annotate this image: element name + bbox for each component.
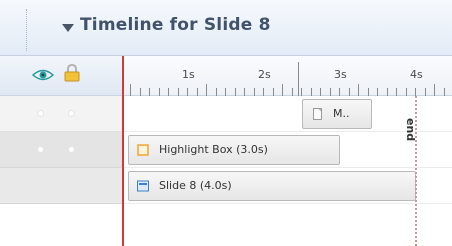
object-label: Slide 8 (4.0s)	[159, 179, 232, 192]
page-icon	[313, 108, 322, 120]
layer-controls-header	[0, 56, 122, 96]
ruler-minor-tick	[178, 88, 179, 96]
ruler-minor-tick	[282, 84, 283, 96]
ruler-minor-tick	[159, 88, 160, 96]
ruler-minor-tick	[368, 88, 369, 96]
collapse-triangle-icon[interactable]	[62, 24, 74, 32]
visibility-toggle[interactable]	[37, 110, 44, 117]
ruler-minor-tick	[149, 88, 150, 96]
ruler-minor-tick	[339, 88, 340, 96]
ruler-tick-label: 2s	[258, 68, 271, 81]
object-label: Highlight Box (3.0s)	[159, 143, 268, 156]
ruler-minor-tick	[358, 84, 359, 96]
lock-toggle[interactable]	[68, 146, 75, 153]
ruler-minor-tick	[263, 88, 264, 96]
lock-icon[interactable]	[64, 64, 80, 82]
layer-row-controls	[0, 96, 122, 132]
ruler-minor-tick	[197, 88, 198, 96]
ruler-minor-tick	[349, 88, 350, 96]
ruler-tick-label: 3s	[334, 68, 347, 81]
timeline-title: Timeline for Slide 8	[80, 15, 271, 35]
ruler-minor-tick	[320, 88, 321, 96]
ruler-minor-tick	[140, 88, 141, 96]
ruler-minor-tick	[292, 88, 293, 96]
timeline-object-bar[interactable]: Highlight Box (3.0s)	[128, 135, 340, 165]
object-label: M..	[333, 107, 350, 120]
ruler-minor-tick	[206, 84, 207, 96]
drag-grip[interactable]	[26, 9, 28, 51]
ruler-minor-tick	[187, 88, 188, 96]
ruler-minor-tick	[396, 88, 397, 96]
ruler-minor-tick	[311, 88, 312, 96]
ruler-minor-tick	[301, 88, 302, 96]
track-row: Highlight Box (3.0s)	[124, 132, 452, 168]
highlight-box-icon	[137, 144, 149, 156]
ruler-minor-tick	[406, 88, 407, 96]
ruler-minor-tick	[425, 88, 426, 96]
ruler-minor-tick	[216, 88, 217, 96]
track-row: Slide 8 (4.0s)	[124, 168, 452, 204]
ruler-tick-label: 4s	[410, 68, 423, 81]
end-marker-label: end	[404, 118, 417, 142]
ruler-minor-tick	[225, 88, 226, 96]
layer-row-controls	[0, 168, 122, 204]
layer-controls-column	[0, 56, 122, 246]
eye-icon[interactable]	[32, 68, 54, 82]
ruler-minor-tick	[130, 84, 131, 96]
timeline-slide-bar[interactable]: Slide 8 (4.0s)	[128, 171, 416, 201]
ruler-minor-tick	[330, 88, 331, 96]
ruler-minor-tick	[244, 88, 245, 96]
ruler-minor-tick	[415, 88, 416, 96]
ruler-minor-tick	[273, 88, 274, 96]
ruler-minor-tick	[377, 88, 378, 96]
time-ruler[interactable]: 1s 2s 3s 4s	[124, 56, 452, 96]
timeline-panel: Timeline for Slide 8 1s 2s 3s 4s M.. Hig…	[0, 0, 452, 246]
ruler-minor-tick	[235, 88, 236, 96]
ruler-minor-tick	[387, 88, 388, 96]
ruler-minor-tick	[254, 88, 255, 96]
layer-row-controls	[0, 132, 122, 168]
ruler-minor-tick	[444, 88, 445, 96]
ruler-minor-tick	[168, 88, 169, 96]
lock-toggle[interactable]	[68, 110, 75, 117]
ruler-minor-tick	[434, 84, 435, 96]
timeline-object-bar[interactable]: M..	[302, 99, 372, 129]
ruler-tick-label: 1s	[182, 68, 195, 81]
slide-icon	[137, 180, 149, 192]
visibility-toggle[interactable]	[37, 146, 44, 153]
ruler-major-tick	[298, 62, 299, 96]
layer-row-empty	[0, 204, 122, 246]
timeline-header[interactable]: Timeline for Slide 8	[0, 0, 452, 56]
